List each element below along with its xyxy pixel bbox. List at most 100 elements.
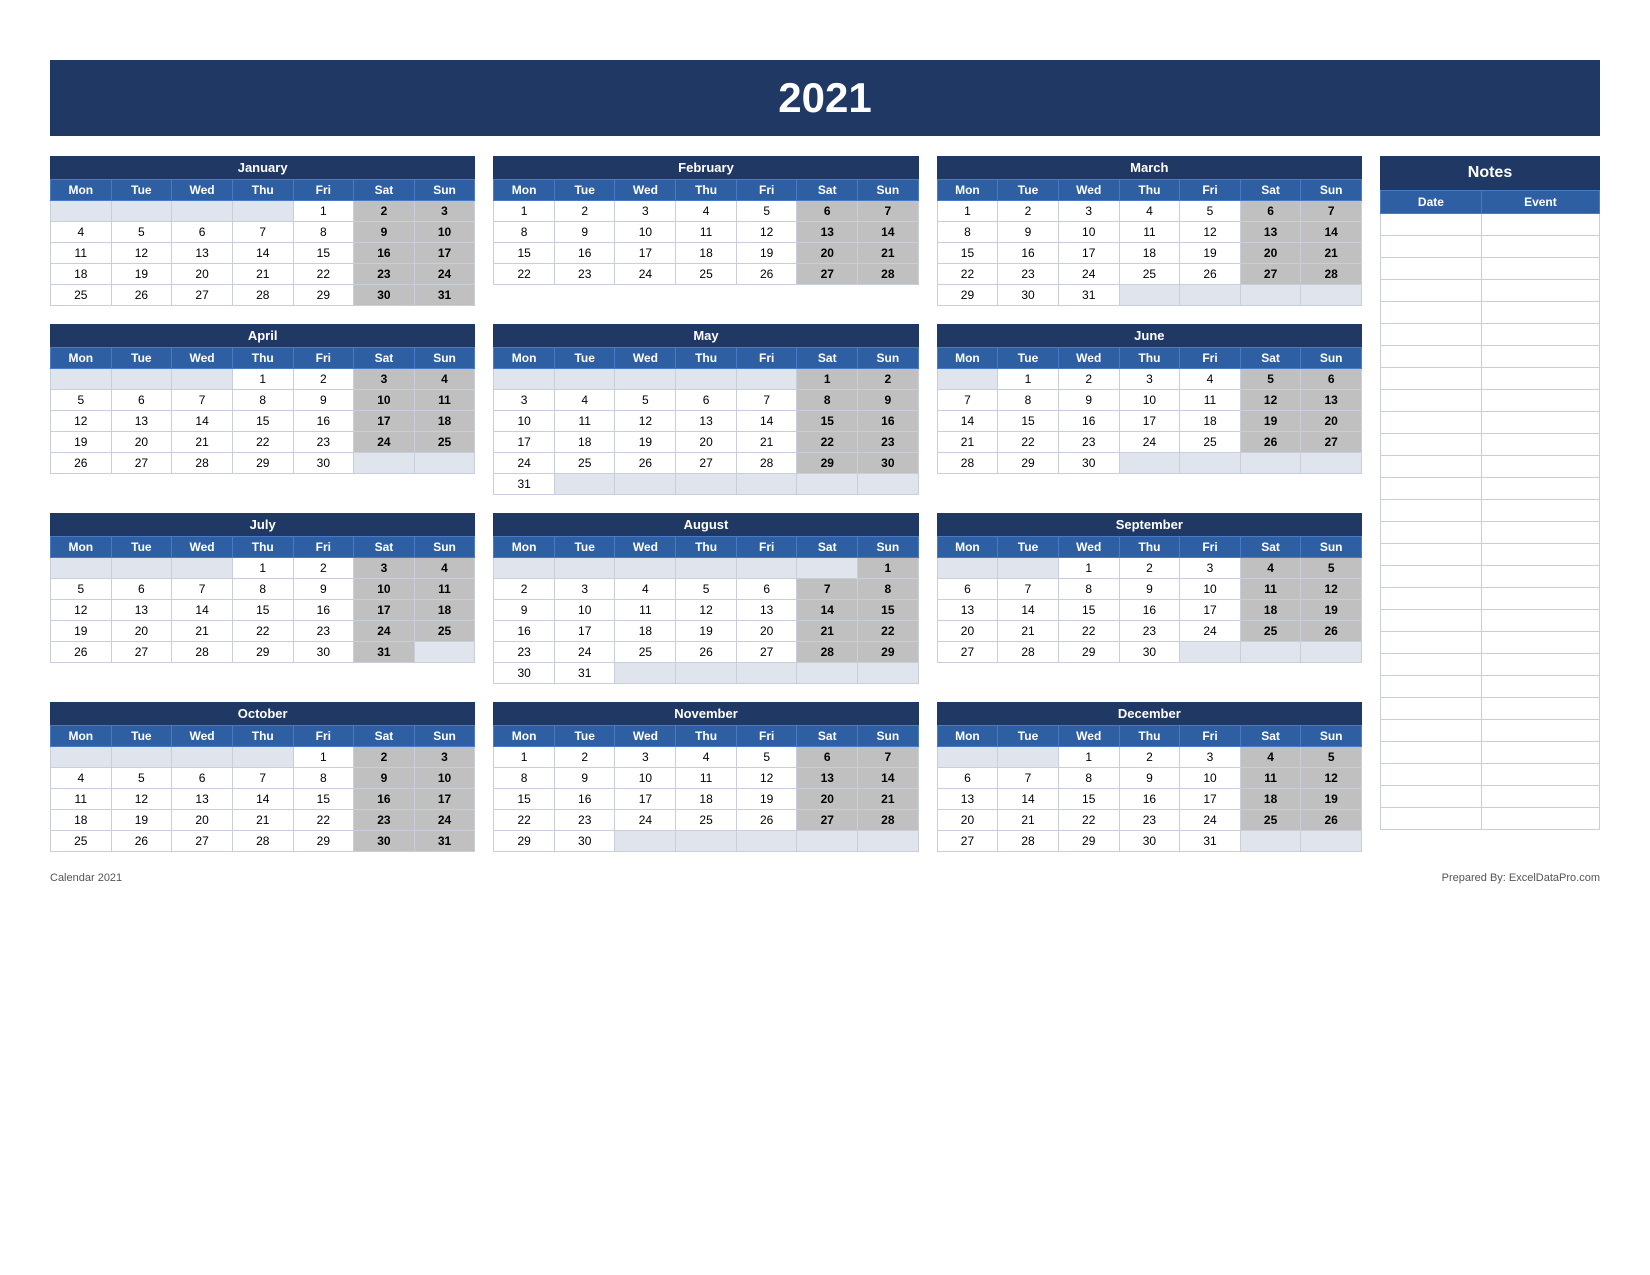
notes-event-cell[interactable] [1481, 214, 1599, 236]
notes-date-cell[interactable] [1381, 522, 1482, 544]
notes-event-cell[interactable] [1481, 588, 1599, 610]
notes-event-cell[interactable] [1481, 808, 1599, 830]
notes-event-cell[interactable] [1481, 566, 1599, 588]
notes-event-cell[interactable] [1481, 632, 1599, 654]
notes-date-cell[interactable] [1381, 786, 1482, 808]
month-october: OctoberMonTueWedThuFriSatSun123456789101… [50, 702, 475, 852]
cal-day: 23 [494, 642, 555, 663]
cal-day: 29 [937, 285, 998, 306]
notes-event-cell[interactable] [1481, 500, 1599, 522]
notes-event-cell[interactable] [1481, 610, 1599, 632]
month-november: NovemberMonTueWedThuFriSatSun12345678910… [493, 702, 918, 852]
notes-date-cell[interactable] [1381, 632, 1482, 654]
cal-day: 21 [858, 789, 919, 810]
notes-date-cell[interactable] [1381, 610, 1482, 632]
cal-day: 1 [797, 369, 858, 390]
notes-date-cell[interactable] [1381, 720, 1482, 742]
notes-event-cell[interactable] [1481, 258, 1599, 280]
notes-date-cell[interactable] [1381, 456, 1482, 478]
cal-day: 1 [1058, 558, 1119, 579]
cal-header-sun: Sun [414, 180, 475, 201]
notes-date-cell[interactable] [1381, 500, 1482, 522]
notes-date-cell[interactable] [1381, 258, 1482, 280]
notes-event-cell[interactable] [1481, 764, 1599, 786]
notes-date-cell[interactable] [1381, 764, 1482, 786]
cal-day: 19 [51, 432, 112, 453]
cal-header-sat: Sat [1240, 726, 1301, 747]
cal-header-tue: Tue [554, 537, 615, 558]
cal-day: 17 [414, 243, 475, 264]
cal-day: 17 [354, 600, 415, 621]
notes-event-cell[interactable] [1481, 412, 1599, 434]
notes-date-cell[interactable] [1381, 676, 1482, 698]
notes-date-cell[interactable] [1381, 368, 1482, 390]
notes-event-cell[interactable] [1481, 280, 1599, 302]
notes-date-cell[interactable] [1381, 698, 1482, 720]
notes-event-cell[interactable] [1481, 368, 1599, 390]
notes-date-cell[interactable] [1381, 654, 1482, 676]
cal-day: 16 [293, 411, 354, 432]
cal-day: 6 [736, 579, 797, 600]
cal-day: 10 [554, 600, 615, 621]
notes-event-cell[interactable] [1481, 434, 1599, 456]
cal-day: 22 [232, 621, 293, 642]
notes-event-cell[interactable] [1481, 478, 1599, 500]
notes-date-cell[interactable] [1381, 302, 1482, 324]
notes-date-cell[interactable] [1381, 390, 1482, 412]
cal-header-wed: Wed [1058, 180, 1119, 201]
cal-day: 29 [858, 642, 919, 663]
notes-event-cell[interactable] [1481, 698, 1599, 720]
cal-day [1240, 642, 1301, 663]
cal-day: 3 [354, 369, 415, 390]
cal-day: 16 [494, 621, 555, 642]
cal-day: 19 [736, 243, 797, 264]
cal-day: 7 [1301, 201, 1362, 222]
notes-date-cell[interactable] [1381, 544, 1482, 566]
notes-event-cell[interactable] [1481, 390, 1599, 412]
notes-date-cell[interactable] [1381, 280, 1482, 302]
notes-event-cell[interactable] [1481, 786, 1599, 808]
notes-date-cell[interactable] [1381, 566, 1482, 588]
notes-date-cell[interactable] [1381, 346, 1482, 368]
notes-event-cell[interactable] [1481, 742, 1599, 764]
cal-header-thu: Thu [1119, 348, 1180, 369]
notes-event-cell[interactable] [1481, 654, 1599, 676]
cal-day: 15 [797, 411, 858, 432]
cal-header-mon: Mon [494, 537, 555, 558]
cal-day: 8 [232, 579, 293, 600]
cal-day: 23 [293, 621, 354, 642]
cal-table-april: MonTueWedThuFriSatSun1234567891011121314… [50, 347, 475, 474]
notes-event-cell[interactable] [1481, 720, 1599, 742]
notes-date-cell[interactable] [1381, 324, 1482, 346]
cal-day: 27 [1301, 432, 1362, 453]
cal-header-thu: Thu [232, 726, 293, 747]
cal-header-sat: Sat [797, 348, 858, 369]
cal-day: 27 [676, 453, 737, 474]
notes-date-cell[interactable] [1381, 742, 1482, 764]
notes-date-cell[interactable] [1381, 478, 1482, 500]
cal-day: 14 [1301, 222, 1362, 243]
notes-event-cell[interactable] [1481, 346, 1599, 368]
notes-event-cell[interactable] [1481, 236, 1599, 258]
notes-event-cell[interactable] [1481, 544, 1599, 566]
notes-date-cell[interactable] [1381, 214, 1482, 236]
cal-day: 25 [1240, 621, 1301, 642]
cal-day: 1 [232, 369, 293, 390]
notes-event-cell[interactable] [1481, 324, 1599, 346]
notes-event-cell[interactable] [1481, 522, 1599, 544]
cal-header-fri: Fri [1180, 180, 1241, 201]
notes-date-cell[interactable] [1381, 588, 1482, 610]
notes-event-cell[interactable] [1481, 676, 1599, 698]
cal-day: 19 [111, 810, 172, 831]
cal-day [736, 369, 797, 390]
month-january: JanuaryMonTueWedThuFriSatSun123456789101… [50, 156, 475, 306]
month-title-june: June [937, 324, 1362, 347]
notes-event-cell[interactable] [1481, 456, 1599, 478]
cal-header-fri: Fri [293, 537, 354, 558]
notes-date-cell[interactable] [1381, 236, 1482, 258]
notes-event-cell[interactable] [1481, 302, 1599, 324]
notes-date-cell[interactable] [1381, 434, 1482, 456]
cal-day: 14 [232, 789, 293, 810]
notes-date-cell[interactable] [1381, 412, 1482, 434]
notes-date-cell[interactable] [1381, 808, 1482, 830]
